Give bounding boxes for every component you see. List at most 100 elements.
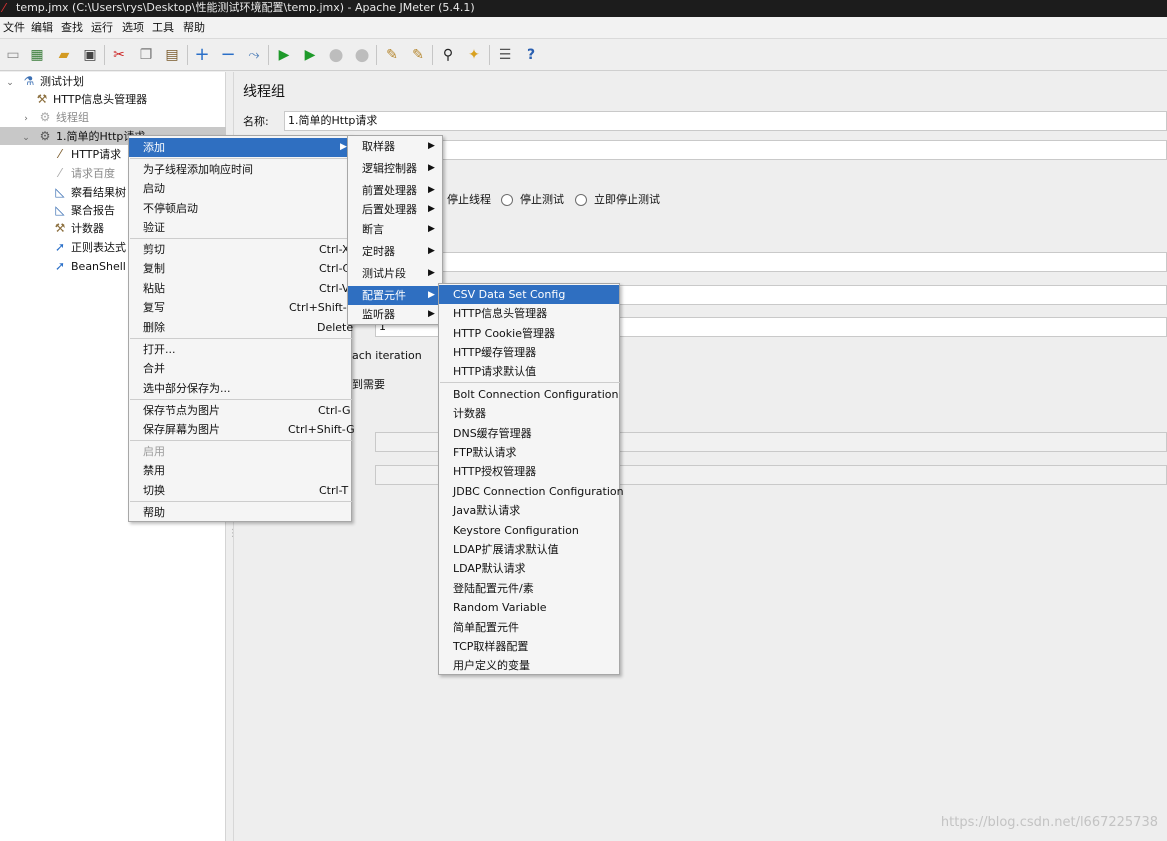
ctx-item-duplicate[interactable]: 复写 Ctrl+Shift-C	[129, 298, 354, 317]
ctx-item-validate[interactable]: 验证	[129, 218, 351, 237]
tree-node-results-tree[interactable]: ◺ 察看结果树	[52, 183, 126, 201]
clear-icon[interactable]: ✎	[382, 45, 402, 65]
ctx-item-save-selection-as[interactable]: 选中部分保存为...	[129, 379, 351, 398]
stop-test-radio[interactable]	[501, 194, 513, 206]
chevron-right-icon[interactable]: ›	[18, 110, 34, 128]
thread-count-field[interactable]	[350, 252, 1167, 272]
config-item-java-defaults[interactable]: Java默认请求	[439, 501, 619, 520]
tree-node-counter[interactable]: ⚒ 计数器	[52, 219, 104, 237]
watermark: https://blog.csdn.net/l667225738	[940, 815, 1158, 830]
menu-run[interactable]: 运行	[91, 20, 113, 36]
function-helper-icon[interactable]: ☰	[495, 45, 515, 65]
ctx-item-add[interactable]: 添加 ▶	[129, 138, 351, 157]
help-icon[interactable]: ?	[521, 45, 541, 65]
collapse-icon[interactable]: −	[218, 45, 238, 65]
tree-node-thread-group-disabled[interactable]: › ⚙ 线程组	[18, 108, 89, 126]
tree-node-request-baidu[interactable]: ⁄ 请求百度	[52, 164, 115, 182]
menu-file[interactable]: 文件	[3, 20, 25, 36]
submenu-item-logic-controller[interactable]: 逻辑控制器 ▶	[348, 159, 442, 178]
tree-node-http-request[interactable]: ⁄ HTTP请求	[52, 145, 121, 163]
reset-search-icon[interactable]: ✦	[464, 45, 484, 65]
submenu-item-sampler[interactable]: 取样器 ▶	[348, 137, 442, 156]
tree-node-regex-extractor[interactable]: ➚ 正则表达式	[52, 238, 126, 256]
config-item-bolt-connection[interactable]: Bolt Connection Configuration	[439, 385, 619, 404]
ctx-item-help[interactable]: 帮助	[129, 503, 351, 522]
submenu-item-test-fragment[interactable]: 测试片段 ▶	[348, 264, 442, 283]
toggle-icon[interactable]: ⤳	[244, 45, 264, 65]
config-item-dns-cache[interactable]: DNS缓存管理器	[439, 424, 619, 443]
menu-help[interactable]: 帮助	[183, 20, 205, 36]
cut-icon[interactable]: ✂	[109, 45, 129, 65]
submenu-item-config-element[interactable]: 配置元件 ▶	[348, 286, 442, 305]
ctx-item-delete[interactable]: 删除 Delete	[129, 318, 353, 337]
paste-icon[interactable]: ▤	[162, 45, 182, 65]
ctx-item-add-response-time[interactable]: 为子线程添加响应时间	[129, 160, 351, 179]
tree-node-aggregate-report[interactable]: ◺ 聚合报告	[52, 201, 115, 219]
templates-icon[interactable]: ▦	[27, 45, 47, 65]
config-item-header-manager[interactable]: HTTP信息头管理器	[439, 304, 619, 323]
new-icon[interactable]: ▭	[3, 45, 23, 65]
ctx-item-open[interactable]: 打开...	[129, 340, 351, 359]
config-item-csv-data-set[interactable]: CSV Data Set Config	[439, 285, 619, 304]
menu-tools[interactable]: 工具	[152, 20, 174, 36]
config-item-user-defined-variables[interactable]: 用户定义的变量	[439, 656, 619, 675]
stop-icon[interactable]: ●	[326, 45, 346, 65]
chevron-right-icon: ▶	[428, 246, 435, 256]
config-item-ldap-defaults[interactable]: LDAP默认请求	[439, 559, 619, 578]
menu-search[interactable]: 查找	[61, 20, 83, 36]
ctx-item-save-node-image[interactable]: 保存节点为图片 Ctrl-G	[129, 401, 351, 420]
comments-field[interactable]	[350, 140, 1167, 160]
config-item-counter[interactable]: 计数器	[439, 404, 619, 423]
config-item-jdbc-connection[interactable]: JDBC Connection Configuration	[439, 482, 624, 501]
submenu-item-assertion[interactable]: 断言 ▶	[348, 220, 442, 239]
arrow-icon: ➚	[54, 240, 66, 254]
config-item-random-variable[interactable]: Random Variable	[439, 598, 619, 617]
ctx-item-enable[interactable]: 启用	[129, 442, 351, 461]
toolbar-separator	[187, 45, 188, 65]
submenu-item-pre-processor[interactable]: 前置处理器 ▶	[348, 181, 442, 200]
chevron-down-icon[interactable]: ⌄	[2, 74, 18, 92]
config-item-tcp-sampler-config[interactable]: TCP取样器配置	[439, 637, 619, 656]
name-field[interactable]: 1.简单的Http请求	[284, 111, 1167, 131]
ctx-item-disable[interactable]: 禁用	[129, 461, 351, 480]
clear-all-icon[interactable]: ✎	[408, 45, 428, 65]
config-item-cookie-manager[interactable]: HTTP Cookie管理器	[439, 324, 619, 343]
tree-node-thread-group-selected[interactable]: ⌄ ⚙ 1.简单的Http请求	[18, 127, 145, 145]
ctx-item-cut[interactable]: 剪切 Ctrl-X	[129, 240, 351, 259]
config-item-auth-manager[interactable]: HTTP授权管理器	[439, 462, 619, 481]
tree-node-header-manager[interactable]: ⚒ HTTP信息头管理器	[34, 90, 148, 108]
tree-node-test-plan[interactable]: ⌄ ⚗ 测试计划	[2, 72, 84, 90]
add-submenu: 取样器 ▶ 逻辑控制器 ▶ 前置处理器 ▶ 后置处理器 ▶ 断言 ▶ 定时器 ▶ 测试片段 ▶…	[347, 135, 443, 325]
shutdown-icon[interactable]: ●	[352, 45, 372, 65]
config-item-simple-config[interactable]: 简单配置元件	[439, 618, 619, 637]
menu-edit[interactable]: 编辑	[31, 20, 53, 36]
open-icon[interactable]: ▰	[54, 45, 74, 65]
ctx-item-save-screen-image[interactable]: 保存屏幕为图片 Ctrl+Shift-G	[129, 420, 355, 439]
config-item-ftp-defaults[interactable]: FTP默认请求	[439, 443, 619, 462]
copy-icon[interactable]: ❐	[136, 45, 156, 65]
start-no-pause-icon[interactable]: ▶	[300, 45, 320, 65]
start-icon[interactable]: ▶	[274, 45, 294, 65]
submenu-item-timer[interactable]: 定时器 ▶	[348, 242, 442, 261]
submenu-item-post-processor[interactable]: 后置处理器 ▶	[348, 200, 442, 219]
chevron-down-icon[interactable]: ⌄	[18, 129, 34, 147]
ctx-item-toggle[interactable]: 切换 Ctrl-T	[129, 481, 351, 500]
config-item-cache-manager[interactable]: HTTP缓存管理器	[439, 343, 619, 362]
menu-options[interactable]: 选项	[122, 20, 144, 36]
save-icon[interactable]: ▣	[80, 45, 100, 65]
search-icon[interactable]: ⚲	[438, 45, 458, 65]
ctx-item-merge[interactable]: 合并	[129, 359, 351, 378]
submenu-item-listener[interactable]: 监听器 ▶	[348, 305, 442, 324]
config-item-keystore[interactable]: Keystore Configuration	[439, 521, 619, 540]
ctx-item-start-no-pause[interactable]: 不停顿启动	[129, 199, 351, 218]
config-item-ldap-extended-defaults[interactable]: LDAP扩展请求默认值	[439, 540, 619, 559]
stop-test-now-radio[interactable]	[575, 194, 587, 206]
expand-icon[interactable]: +	[192, 45, 212, 65]
config-item-request-defaults[interactable]: HTTP请求默认值	[439, 362, 619, 381]
config-item-login-config[interactable]: 登陆配置元件/素	[439, 579, 619, 598]
ctx-item-paste[interactable]: 粘贴 Ctrl-V	[129, 279, 351, 298]
arrow-icon: ➚	[54, 259, 66, 273]
pipette-icon: ⁄	[58, 147, 61, 161]
ctx-item-start[interactable]: 启动	[129, 179, 351, 198]
ctx-item-copy[interactable]: 复制 Ctrl-C	[129, 259, 351, 278]
